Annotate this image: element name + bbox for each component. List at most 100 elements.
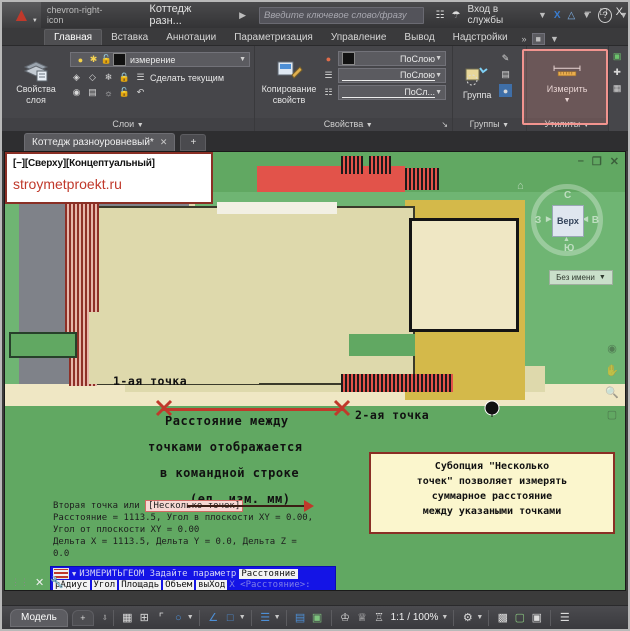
home-icon[interactable]: ⌂	[517, 180, 524, 192]
snap-mode-icon[interactable]: ⊞	[136, 609, 153, 626]
workspace-gear-icon[interactable]: ⚙	[459, 609, 476, 626]
application-menu-button[interactable]: ▲ ▼	[2, 2, 41, 28]
tab-manage[interactable]: Управление	[322, 30, 396, 45]
view-cube-face[interactable]: Верх	[552, 205, 584, 237]
layer-previous-icon[interactable]: ↶	[134, 86, 147, 99]
ungroup-icon[interactable]: ▤	[499, 68, 512, 81]
annotation-autoscale-icon[interactable]: ♖	[371, 609, 388, 626]
measure-chevron-icon[interactable]: ▼	[564, 95, 571, 106]
linetype-combo[interactable]: ПоСл... ▼	[338, 85, 446, 100]
panel-layers-title[interactable]: Слои ▼	[2, 118, 254, 131]
tab-home[interactable]: Главная	[44, 29, 103, 45]
viewport-config-label[interactable]: [−][Сверху][Концептуальный]	[13, 158, 205, 169]
search-binoculars-icon[interactable]: ☷	[436, 10, 445, 21]
command-close-icon[interactable]: ✕	[35, 576, 44, 589]
layout-overflow-icon[interactable]: ⇩	[102, 614, 108, 622]
steering-wheel-icon[interactable]: ◉	[607, 342, 617, 355]
tabs-overflow-icon[interactable]: »	[522, 34, 527, 44]
make-current-label[interactable]: Сделать текущим	[150, 73, 224, 83]
view-cube-left-arrow-icon[interactable]: ▶	[546, 215, 551, 223]
layer-combo-chevron-icon[interactable]: ▼	[239, 56, 246, 63]
measure-button[interactable]: Измерить ▼	[534, 49, 600, 115]
tab-parametric[interactable]: Параметризация	[225, 30, 322, 45]
drawing-viewport[interactable]: [−][Сверху][Концептуальный] stroymetproe…	[4, 151, 626, 591]
layer-color-swatch[interactable]	[113, 53, 126, 66]
hardware-accel-icon[interactable]: ▩	[494, 609, 511, 626]
lineweight-combo-chevron-icon[interactable]: ▼	[435, 72, 442, 79]
sign-in-chevron-icon[interactable]: ▼	[538, 10, 547, 20]
sign-in-label[interactable]: Вход в службы	[468, 4, 531, 26]
named-views-combo[interactable]: Без имени ▼	[549, 270, 613, 285]
polar-tracking-icon[interactable]: ○	[170, 609, 187, 626]
prompt-chevron-icon[interactable]: ▼	[72, 570, 76, 578]
annotation-visibility-chevron-icon[interactable]: ▼	[274, 614, 281, 621]
color-wheel-icon[interactable]: ●	[322, 52, 335, 65]
view-cube-down-arrow-icon[interactable]: ▲	[563, 236, 570, 243]
color-combo[interactable]: ПоСлою ▼	[338, 51, 446, 66]
grid-display-icon[interactable]: ▦	[119, 609, 136, 626]
layer-set-current-icon[interactable]: ☰	[134, 71, 147, 84]
maximize-button[interactable]: □	[600, 6, 607, 18]
panel-properties-title[interactable]: Свойства ▼ ↘	[255, 118, 453, 131]
annotation-scale-person-icon[interactable]: ♕	[354, 609, 371, 626]
workspace-chevron-icon[interactable]: ▼	[476, 614, 483, 621]
annotation-scale-chevron-icon[interactable]: ▼	[441, 614, 448, 621]
group-button[interactable]: Группа	[455, 49, 499, 115]
properties-dialog-launcher-icon[interactable]: ↘	[441, 118, 452, 131]
base-point-icon[interactable]: ✚	[611, 66, 624, 79]
qat-more-icon[interactable]: chevron-right-icon	[47, 5, 117, 25]
layer-isolate-icon[interactable]: ◈	[70, 71, 83, 84]
close-icon[interactable]: ✕	[160, 137, 168, 148]
isolate-toggle-icon[interactable]: ▣	[528, 609, 545, 626]
pan-hand-icon[interactable]: ✋	[605, 364, 619, 377]
lightbulb-icon[interactable]: ●	[74, 53, 87, 66]
tab-insert[interactable]: Вставка	[102, 30, 157, 45]
viewport-close-icon[interactable]: ✕	[610, 155, 619, 168]
file-tab-cottage[interactable]: Коттедж разноуровневый* ✕	[24, 133, 176, 151]
add-layout-button[interactable]: +	[71, 609, 94, 626]
object-snap-chevron-icon[interactable]: ▼	[239, 614, 246, 621]
linetype-combo-chevron-icon[interactable]: ▼	[435, 89, 442, 96]
close-button[interactable]: X	[616, 6, 623, 18]
paste-icon[interactable]: ▣	[611, 50, 624, 63]
customization-icon[interactable]: ☰	[556, 609, 573, 626]
search-input[interactable]: Введите ключевое слово/фразу	[259, 6, 424, 24]
tab-output[interactable]: Вывод	[395, 30, 443, 45]
layer-freeze-icon[interactable]: ❄	[102, 71, 115, 84]
object-snap-icon[interactable]: □	[222, 609, 239, 626]
dynamic-option-distance[interactable]: Расстояние	[239, 568, 298, 579]
viewport-restore-icon[interactable]: ❐	[592, 155, 602, 168]
ribbon-display-options-icon[interactable]: ■	[531, 33, 545, 45]
layer-match-icon[interactable]: ▤	[86, 86, 99, 99]
sun-freeze-icon[interactable]: ✱	[87, 53, 100, 66]
layer-thaw-icon[interactable]: ☼	[102, 86, 115, 99]
ortho-mode-icon[interactable]: ⌜	[153, 609, 170, 626]
view-cube[interactable]: ⌂ С З В Ю ▼ ▲ ▶ ◀ Верх	[517, 180, 603, 256]
dynamic-option-angle[interactable]: Угол	[91, 580, 118, 590]
user-icon[interactable]: ☂	[452, 10, 461, 21]
tab-addins[interactable]: Надстройки	[444, 30, 517, 45]
unlock-icon[interactable]: 🔓	[100, 53, 113, 66]
model-tab[interactable]: Модель	[10, 608, 68, 627]
named-views-chevron-icon[interactable]: ▼	[599, 274, 606, 281]
transparency-icon[interactable]: ▤	[292, 609, 309, 626]
color-combo-chevron-icon[interactable]: ▼	[435, 55, 442, 62]
viewport-minimize-icon[interactable]: –	[578, 155, 584, 168]
annotation-visibility-icon[interactable]: ☰	[257, 609, 274, 626]
ribbon-options-chevron-icon[interactable]: ▼	[550, 34, 559, 44]
layer-properties-button[interactable]: Свойства слоя	[6, 49, 66, 115]
zoom-extents-icon[interactable]: 🔍	[605, 386, 619, 399]
calculator-icon[interactable]: ▦	[611, 82, 624, 95]
chevron-down-icon[interactable]: ▼	[32, 18, 38, 24]
match-properties-button[interactable]: Копирование свойств	[259, 49, 319, 115]
group-selection-toggle-icon[interactable]: ●	[499, 84, 513, 97]
isometric-drafting-icon[interactable]: ∠	[205, 609, 222, 626]
dynamic-option-area[interactable]: Площадь	[119, 580, 162, 590]
minimize-button[interactable]: –	[585, 6, 591, 18]
layer-unisolate-icon[interactable]: ◇	[86, 71, 99, 84]
layer-combo[interactable]: ● ✱ 🔓 измерение ▼	[70, 52, 250, 67]
polar-tracking-chevron-icon[interactable]: ▼	[187, 614, 194, 621]
panel-groups-title[interactable]: Группы ▼	[453, 118, 526, 131]
annotation-scale-value[interactable]: 1:1 / 100%	[388, 612, 442, 623]
command-settings-wrench-icon[interactable]: 🔧	[50, 576, 64, 589]
